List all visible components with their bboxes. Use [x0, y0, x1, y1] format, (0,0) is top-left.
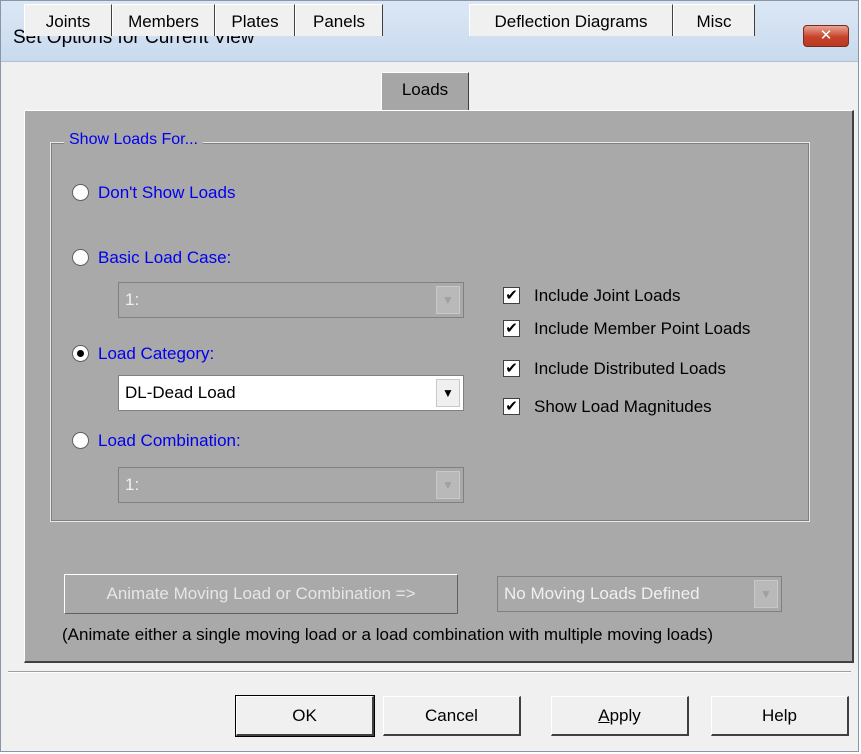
tab-panels[interactable]: Panels — [295, 4, 383, 36]
check-icon: ✔ — [505, 287, 518, 304]
radio-label-dont-show[interactable]: Don't Show Loads — [98, 183, 235, 203]
tab-plates[interactable]: Plates — [215, 4, 295, 36]
close-button[interactable]: ✕ — [803, 25, 849, 47]
tab-label: Members — [128, 12, 199, 31]
check-icon: ✔ — [505, 360, 518, 377]
load-category-select[interactable]: DL-Dead Load ▼ — [118, 375, 464, 411]
checkbox-include-joint-loads[interactable]: ✔ — [503, 287, 520, 304]
help-button[interactable]: Help — [711, 696, 849, 736]
close-icon: ✕ — [819, 27, 833, 44]
tab-label: Misc — [696, 12, 732, 31]
check-icon: ✔ — [505, 398, 518, 415]
radio-label-basic-case[interactable]: Basic Load Case: — [98, 248, 231, 268]
radio-label-load-category[interactable]: Load Category: — [98, 344, 214, 364]
radio-basic-load-case[interactable] — [72, 249, 89, 266]
tab-misc[interactable]: Misc — [673, 4, 755, 36]
select-value: 1: — [125, 290, 140, 309]
tab-deflection-diagrams[interactable]: Deflection Diagrams — [469, 4, 673, 36]
radio-load-category[interactable] — [72, 345, 89, 362]
button-label: Cancel — [425, 706, 478, 725]
basic-load-case-select[interactable]: 1: ▼ — [118, 282, 464, 318]
chevron-down-icon[interactable]: ▼ — [436, 286, 460, 314]
cancel-button[interactable]: Cancel — [383, 696, 521, 736]
button-mnemonic: A — [598, 706, 610, 725]
checkbox-include-member-point-loads[interactable]: ✔ — [503, 320, 520, 337]
radio-dont-show-loads[interactable] — [72, 184, 89, 201]
tab-label: Loads — [401, 80, 449, 99]
checkbox-label[interactable]: Show Load Magnitudes — [534, 397, 712, 417]
button-label: Help — [762, 706, 797, 725]
tab-label: Deflection Diagrams — [494, 12, 648, 31]
radio-load-combination[interactable] — [72, 432, 89, 449]
checkbox-label[interactable]: Include Joint Loads — [534, 286, 681, 306]
load-combination-select[interactable]: 1: ▼ — [118, 467, 464, 503]
group-title: Show Loads For... — [64, 131, 203, 149]
select-value: 1: — [125, 475, 140, 494]
moving-loads-select[interactable]: No Moving Loads Defined ▼ — [497, 576, 782, 612]
button-label: pply — [609, 706, 641, 725]
tab-label: Plates — [231, 12, 279, 31]
chevron-down-icon[interactable]: ▼ — [436, 471, 460, 499]
tab-label: Panels — [313, 12, 365, 31]
select-value: DL-Dead Load — [125, 383, 236, 402]
check-icon: ✔ — [505, 320, 518, 337]
button-label: Animate Moving Load or Combination => — [106, 584, 416, 603]
checkbox-show-load-magnitudes[interactable]: ✔ — [503, 398, 520, 415]
checkbox-label[interactable]: Include Member Point Loads — [534, 319, 750, 339]
animate-note: (Animate either a single moving load or … — [62, 625, 714, 644]
radio-selected-dot — [77, 350, 84, 357]
tab-joints[interactable]: Joints — [24, 4, 112, 36]
chevron-down-icon[interactable]: ▼ — [436, 379, 460, 407]
checkbox-label[interactable]: Include Distributed Loads — [534, 359, 726, 379]
chevron-down-icon[interactable]: ▼ — [754, 580, 778, 608]
select-value: No Moving Loads Defined — [504, 584, 700, 603]
apply-button[interactable]: Apply — [551, 696, 689, 736]
tab-loads[interactable]: Loads — [381, 72, 469, 110]
tab-label: Joints — [45, 12, 91, 31]
divider — [8, 671, 851, 673]
button-label: OK — [292, 706, 317, 725]
ok-button[interactable]: OK — [235, 695, 375, 737]
checkbox-include-distributed-loads[interactable]: ✔ — [503, 360, 520, 377]
radio-label-load-combination[interactable]: Load Combination: — [98, 431, 241, 451]
animate-moving-load-button[interactable]: Animate Moving Load or Combination => — [64, 574, 458, 614]
tab-members[interactable]: Members — [112, 4, 215, 36]
